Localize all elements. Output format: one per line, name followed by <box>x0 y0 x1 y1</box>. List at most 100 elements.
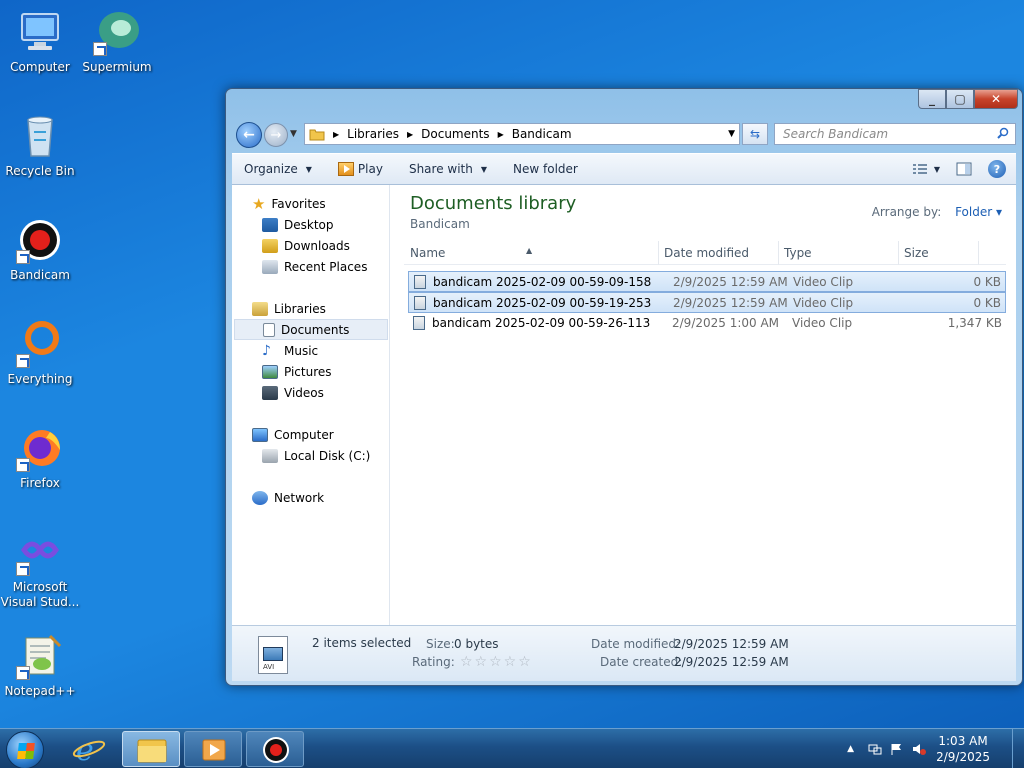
arrange-by-label: Arrange by: <box>871 205 942 219</box>
size-value: 0 bytes <box>454 637 499 651</box>
recycle-bin-icon <box>16 112 64 160</box>
desktop-icon <box>262 217 278 232</box>
nav-libraries[interactable]: Libraries <box>252 298 326 319</box>
search-input[interactable]: Search Bandicam <box>774 123 1016 145</box>
nav-label: Favorites <box>271 196 326 211</box>
shortcut-arrow-icon <box>16 250 30 264</box>
file-row[interactable]: bandicam 2025-02-09 00-59-09-158 2/9/202… <box>408 271 1006 292</box>
forward-button[interactable]: → <box>264 123 288 147</box>
computer-icon <box>252 427 268 442</box>
library-subtitle: Bandicam <box>410 217 470 231</box>
help-icon[interactable]: ? <box>988 160 1006 178</box>
search-placeholder: Search Bandicam <box>783 127 889 141</box>
organize-button[interactable]: Organize ▼ <box>244 162 312 176</box>
file-row[interactable]: bandicam 2025-02-09 00-59-26-113 2/9/202… <box>408 313 1006 334</box>
nav-network[interactable]: Network <box>252 487 324 508</box>
address-row: ← → ▼ ▶ Libraries ▶ Documents ▶ Bandicam… <box>234 121 1016 148</box>
explorer-window: _ ▢ ✕ ← → ▼ ▶ Libraries ▶ Documents ▶ Ba… <box>225 88 1023 686</box>
desktop-icon-recycle-bin[interactable]: Recycle Bin <box>0 112 80 179</box>
show-desktop-button[interactable] <box>1012 729 1024 768</box>
column-header-type[interactable]: Type <box>784 246 812 260</box>
nav-label: Recent Places <box>284 259 368 274</box>
address-bar[interactable]: ▶ Libraries ▶ Documents ▶ Bandicam ▼ <box>304 123 740 145</box>
file-date: 2/9/2025 12:59 AM <box>673 296 788 310</box>
hard-drive-icon <box>262 448 278 463</box>
file-date: 2/9/2025 1:00 AM <box>672 316 780 330</box>
desktop-icon-supermium[interactable]: Supermium <box>77 8 157 75</box>
taskbar-windows-explorer[interactable] <box>122 731 180 767</box>
desktop-icon-bandicam[interactable]: Bandicam <box>0 216 80 283</box>
desktop-icon-computer[interactable]: Computer <box>0 8 80 75</box>
new-folder-button[interactable]: New folder <box>513 162 578 176</box>
internet-explorer-icon: e <box>72 733 106 768</box>
breadcrumb-documents[interactable]: Documents <box>421 127 489 141</box>
bandicam-icon <box>16 216 64 264</box>
clock[interactable]: 1:03 AM 2/9/2025 <box>936 733 990 765</box>
preview-pane-icon[interactable] <box>956 162 972 176</box>
nav-computer[interactable]: Computer <box>252 424 334 445</box>
nav-videos[interactable]: Videos <box>262 382 324 403</box>
view-options-button[interactable]: ▼ <box>912 163 940 175</box>
maximize-button[interactable]: ▢ <box>946 89 974 109</box>
play-button[interactable]: Play <box>337 162 383 176</box>
close-button[interactable]: ✕ <box>974 89 1018 109</box>
library-title: Documents library <box>410 193 577 214</box>
taskbar-bandicam[interactable] <box>246 731 304 767</box>
navigation-pane: ★ Favorites Desktop Downloads Recent Pla… <box>232 185 390 625</box>
arrange-by-dropdown[interactable]: Folder ▾ <box>955 205 1002 219</box>
video-file-icon <box>413 316 425 330</box>
shortcut-arrow-icon <box>93 42 107 56</box>
nav-downloads[interactable]: Downloads <box>262 235 350 256</box>
video-file-icon <box>414 275 426 289</box>
desktop-icon-visual-studio[interactable]: Microsoft Visual Stud... <box>0 528 80 610</box>
play-icon <box>202 739 226 761</box>
desktop-icon-notepad-plus-plus[interactable]: Notepad++ <box>0 632 80 699</box>
breadcrumb-separator[interactable]: ▶ <box>333 130 339 139</box>
nav-recent-places[interactable]: Recent Places <box>262 256 367 277</box>
recent-pages-dropdown[interactable]: ▼ <box>290 129 297 139</box>
taskbar: e ▲ 1:03 AM 2/9/2025 <box>0 728 1024 768</box>
share-with-button[interactable]: Share with ▼ <box>409 162 487 176</box>
breadcrumb-libraries[interactable]: Libraries <box>347 127 399 141</box>
action-center-flag-icon[interactable] <box>890 743 904 755</box>
nav-desktop[interactable]: Desktop <box>262 214 334 235</box>
selected-count: 2 items selected <box>312 636 412 650</box>
column-header-size[interactable]: Size <box>904 246 929 260</box>
file-date: 2/9/2025 12:59 AM <box>673 275 788 289</box>
clock-date: 2/9/2025 <box>936 750 990 764</box>
nav-pictures[interactable]: Pictures <box>262 361 332 382</box>
nav-music[interactable]: ♪ Music <box>262 340 318 361</box>
shortcut-arrow-icon <box>16 354 30 368</box>
rating-stars[interactable]: ☆☆☆☆☆ <box>460 654 533 670</box>
breadcrumb-separator[interactable]: ▶ <box>498 130 504 139</box>
start-button[interactable] <box>6 731 44 768</box>
network-icon[interactable] <box>868 743 882 755</box>
desktop-icon-everything[interactable]: Everything <box>0 320 80 387</box>
nav-local-disk[interactable]: Local Disk (C:) <box>262 445 370 466</box>
column-header-date-modified[interactable]: Date modified <box>664 246 749 260</box>
nav-documents[interactable]: Documents <box>234 319 388 340</box>
system-tray: ▲ 1:03 AM 2/9/2025 <box>847 729 1024 768</box>
breadcrumb-bandicam[interactable]: Bandicam <box>512 127 572 141</box>
file-name: bandicam 2025-02-09 00-59-26-113 <box>432 316 651 330</box>
taskbar-media-player[interactable] <box>184 731 242 767</box>
svg-text:e: e <box>76 733 94 767</box>
nav-favorites[interactable]: ★ Favorites <box>252 193 326 214</box>
computer-icon <box>16 8 64 56</box>
show-hidden-icons-button[interactable]: ▲ <box>847 744 854 754</box>
desktop-icon-firefox[interactable]: Firefox <box>0 424 80 491</box>
volume-muted-icon[interactable] <box>912 743 927 755</box>
minimize-button[interactable]: _ <box>918 89 946 109</box>
file-size: 1,347 KB <box>947 316 1002 330</box>
file-row[interactable]: bandicam 2025-02-09 00-59-19-253 2/9/202… <box>408 292 1006 313</box>
organize-label: Organize <box>244 162 298 176</box>
address-dropdown-icon[interactable]: ▼ <box>728 129 735 139</box>
taskbar-internet-explorer[interactable]: e <box>60 731 118 768</box>
breadcrumb-separator[interactable]: ▶ <box>407 130 413 139</box>
nav-label: Computer <box>274 427 334 442</box>
back-button[interactable]: ← <box>236 122 262 148</box>
column-header-name[interactable]: Name <box>410 246 445 260</box>
date-modified-value: 2/9/2025 12:59 AM <box>674 637 789 651</box>
folder-icon <box>309 129 325 141</box>
refresh-button[interactable]: ⇆ <box>742 123 768 145</box>
